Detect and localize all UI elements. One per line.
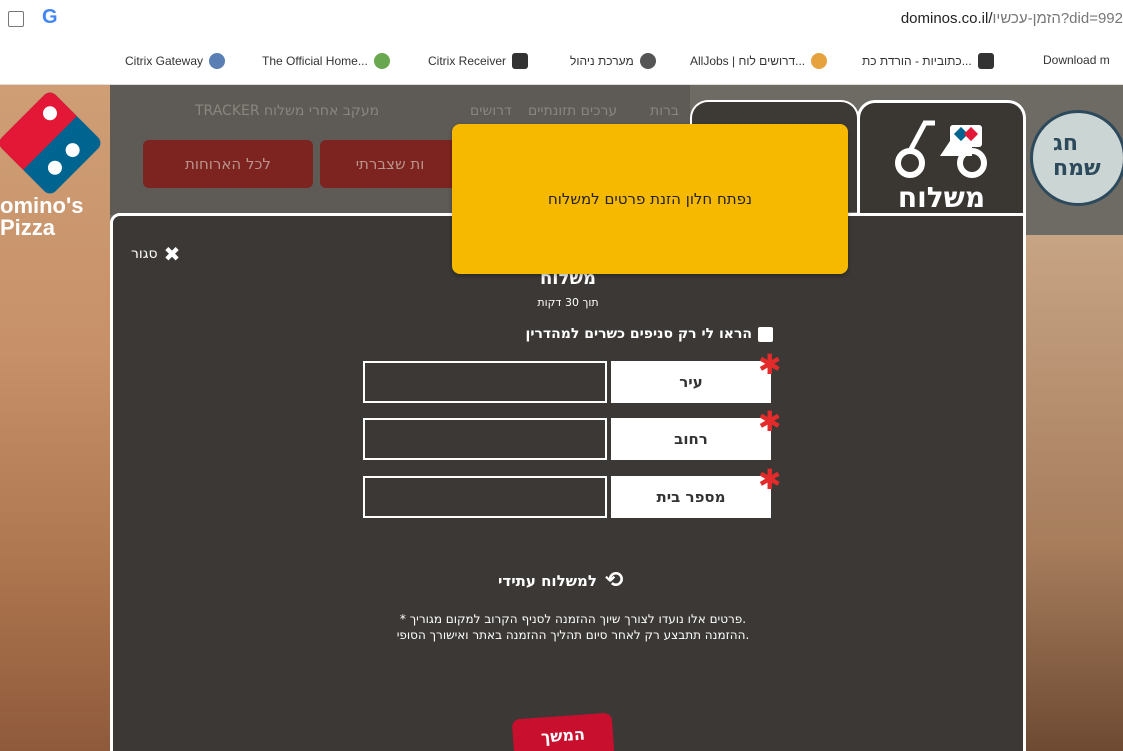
pizza-image-right: [1023, 235, 1123, 751]
bookmark-label: כתוביות - הורדת כת...: [862, 54, 972, 68]
nav-jobs[interactable]: דרושים: [470, 103, 512, 119]
holiday-badge: חג שמח: [1030, 110, 1123, 206]
note-line-2: ההזמנה תתבצע רק לאחר סיום תהליך ההזמנה ב…: [396, 628, 750, 642]
bookmark-label: The Official Home...: [262, 54, 368, 68]
street-row: רחוב ✱: [363, 408, 781, 460]
future-delivery-button[interactable]: למשלוח עתידי ⟲: [498, 568, 623, 593]
close-button[interactable]: סגור ✖: [131, 242, 181, 266]
bookmark-label: Download m: [1043, 53, 1110, 67]
scooter-icon: [895, 120, 987, 178]
url-path: הזמן-עכשיו?did=992: [992, 10, 1123, 27]
city-label[interactable]: עיר: [611, 361, 771, 403]
bookmark-label: מערכת ניהול: [570, 54, 634, 68]
bookmark-citrix-gateway[interactable]: Citrix Gateway: [125, 53, 226, 69]
kosher-checkbox[interactable]: [758, 326, 773, 342]
annotation-tooltip: נפתח חלון הזנת פרטים למשלוח: [452, 124, 848, 274]
receiver-icon: [512, 53, 529, 69]
address-bar: G dominos.co.il/הזמן-עכשיו?did=992: [0, 0, 1123, 41]
required-star-icon: ✱: [758, 348, 782, 381]
jobs-icon: [811, 53, 828, 69]
modal-subtitle: תוך 30 דקות: [537, 296, 599, 309]
lock-icon: [209, 53, 226, 69]
city-row: עיר ✱: [363, 351, 781, 403]
bookmarks-bar: Citrix Gateway The Official Home... Citr…: [0, 40, 1123, 85]
clock-refresh-icon: ⟲: [604, 568, 624, 593]
future-delivery-label: למשלוח עתידי: [498, 571, 597, 590]
house-number-label[interactable]: מספר בית: [611, 476, 771, 518]
globe-icon: [639, 53, 656, 69]
note-line-1: * פרטים אלו נועדו לצורך שיוך ההזמנה לסני…: [399, 612, 747, 626]
bookmark-label: AllJobs | דרושים לוח...: [690, 54, 806, 68]
tab-icon[interactable]: [8, 11, 24, 27]
tooltip-text: נפתח חלון הזנת פרטים למשלוח: [547, 190, 753, 208]
street-input[interactable]: [363, 418, 607, 460]
brand-name: omino's Pizza: [0, 193, 84, 240]
bookmark-alljobs[interactable]: AllJobs | דרושים לוח...: [690, 53, 828, 69]
tab-delivery-label: משלוח: [897, 181, 986, 214]
required-star-icon: ✱: [758, 463, 782, 496]
url-host: dominos.co.il/: [900, 10, 993, 27]
bookmark-citrix-receiver[interactable]: Citrix Receiver: [428, 53, 529, 69]
house-number-row: מספר בית ✱: [363, 466, 781, 518]
close-icon: ✖: [163, 242, 181, 266]
bookmark-label: Citrix Gateway: [125, 54, 204, 68]
bookmark-official-home[interactable]: The Official Home...: [262, 53, 390, 69]
bookmark-download[interactable]: Download m: [1043, 53, 1110, 67]
required-star-icon: ✱: [758, 405, 782, 438]
close-label: סגור: [131, 246, 158, 262]
continue-button[interactable]: המשך: [511, 712, 615, 751]
delivery-modal: סגור ✖ משלוח תוך 30 דקות הראו לי רק סניפ…: [110, 213, 1026, 751]
url-field[interactable]: dominos.co.il/הזמן-עכשיו?did=992: [901, 10, 1123, 27]
bookmark-subtitles[interactable]: כתוביות - הורדת כת...: [862, 53, 994, 69]
points-button[interactable]: ות שצברתי: [320, 140, 460, 188]
street-label[interactable]: רחוב: [611, 418, 771, 460]
kosher-label: הראו לי רק סניפים כשרים למהדרין: [525, 326, 752, 342]
house-number-input[interactable]: [363, 476, 607, 518]
subs-icon: [977, 53, 994, 69]
kosher-filter[interactable]: הראו לי רק סניפים כשרים למהדרין: [526, 326, 773, 342]
city-input[interactable]: [363, 361, 607, 403]
site-icon: [373, 53, 390, 69]
google-icon[interactable]: G: [42, 6, 58, 29]
all-meals-button[interactable]: לכל הארוחות: [143, 140, 313, 188]
nav-drinks[interactable]: ברות: [650, 103, 679, 119]
nav-tracker[interactable]: TRACKER מעקב אחרי משלוח: [195, 103, 379, 119]
bookmark-label: Citrix Receiver: [428, 54, 507, 68]
bookmark-management-system[interactable]: מערכת ניהול: [570, 53, 656, 69]
delivery-note: * פרטים אלו נועדו לצורך שיוך ההזמנה לסני…: [353, 611, 793, 643]
nav-nutrition[interactable]: ערכים תזונתיים: [528, 103, 617, 119]
